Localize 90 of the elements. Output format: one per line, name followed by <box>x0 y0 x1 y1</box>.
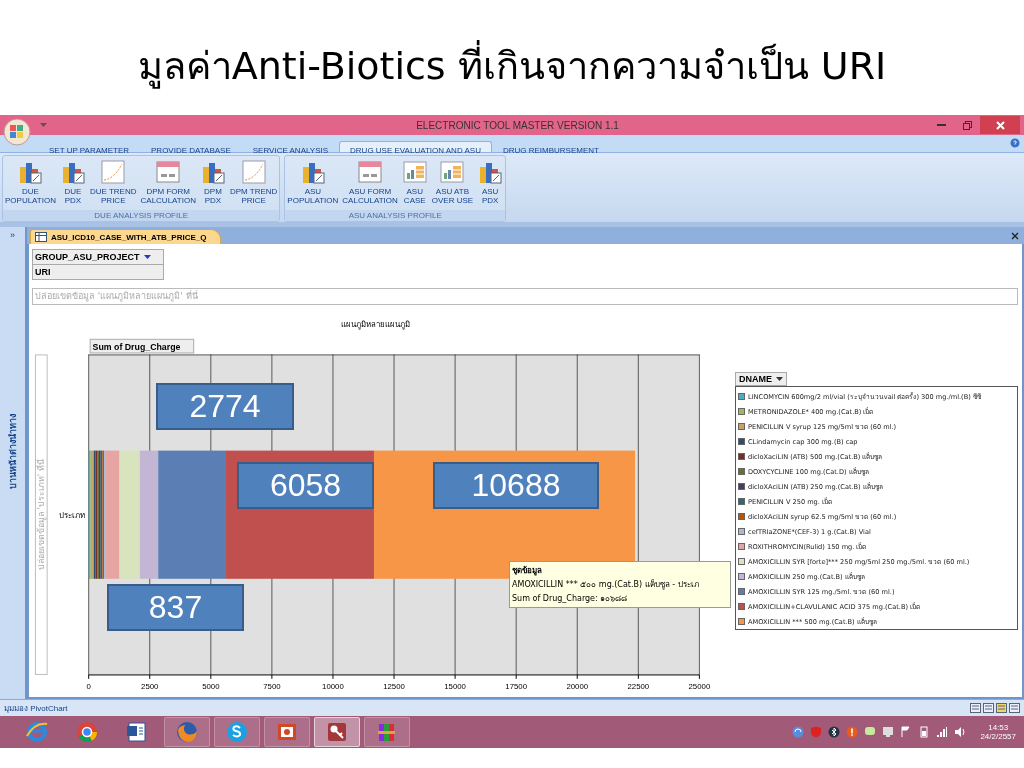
axis-label: 22500 <box>627 681 650 691</box>
clock-time: 14:53 <box>988 723 1009 732</box>
browser-icon <box>175 720 199 744</box>
chart-title: แผนภูมิหลายแผนภูมิ <box>341 320 411 330</box>
key-icon <box>325 720 349 744</box>
browser-icon <box>75 720 99 744</box>
ribbon-button[interactable]: ASU ATB OVER USE <box>429 159 476 205</box>
dropdown-icon[interactable] <box>776 376 783 382</box>
ribbon-tab[interactable]: SET UP PARAMETER <box>38 141 141 152</box>
axis-label: 0 <box>86 681 91 691</box>
group-label: ASU ANALYSIS PROFILE <box>285 210 506 221</box>
data-field-button[interactable]: Sum of Drug_Charge <box>89 338 195 354</box>
tooltip-title: ชุดข้อมูล <box>512 565 543 577</box>
taskbar-button[interactable] <box>314 717 360 747</box>
trend-chart-icon <box>240 159 267 185</box>
signal-icon[interactable] <box>936 726 949 738</box>
axis-label: 5000 <box>202 681 220 691</box>
window-title: ELECTRONIC TOOL MASTER VERSION 1.1 <box>415 119 620 131</box>
view-icon[interactable] <box>983 703 994 713</box>
chat-icon[interactable] <box>864 726 877 738</box>
tooltip-text: Sum of Drug_Charge: ๑๐๖๘๘ <box>512 593 629 605</box>
document-icon <box>125 720 149 744</box>
value-callout: 6058 <box>237 462 374 509</box>
value-callout: 2774 <box>156 383 294 430</box>
value-callout: 837 <box>107 584 244 631</box>
ribbon-button[interactable]: ASU FORM CALCULATION <box>340 159 400 205</box>
clock[interactable]: 14:53 24/2/2557 <box>980 723 1016 741</box>
ribbon-button[interactable]: ASU CASE <box>399 159 430 205</box>
bluetooth-icon[interactable] <box>828 726 841 738</box>
ribbon-button[interactable]: DUE POPULATION <box>3 159 58 205</box>
close-button[interactable] <box>980 116 1020 134</box>
filter-value: URI <box>33 265 163 279</box>
restore-icon <box>962 120 972 130</box>
browser-icon <box>25 720 49 744</box>
axis-label: 12500 <box>383 681 405 691</box>
form-icon <box>155 159 182 185</box>
filter-field-button[interactable]: GROUP_ASU_PROJECT <box>33 250 163 265</box>
speaker-icon[interactable] <box>954 726 967 738</box>
report-chart-icon <box>401 159 428 185</box>
group-label: DUE ANALYSIS PROFILE <box>3 210 280 221</box>
minimize-icon <box>936 124 946 126</box>
close-icon[interactable] <box>1011 232 1019 240</box>
document-tab[interactable]: ASU_ICD10_CASE_WITH_ATB_PRICE_Q <box>30 229 222 244</box>
axis-label: 15000 <box>444 681 466 691</box>
axis-label: 2500 <box>141 681 159 691</box>
view-icon[interactable] <box>970 703 981 713</box>
axis-label: 7500 <box>263 681 281 691</box>
table-icon <box>35 232 47 242</box>
ribbon-button[interactable]: ASU POPULATION <box>285 159 341 205</box>
slide-title: มูลค่าAnti-Biotics ที่เกินจากความจำเป็น URI <box>137 34 887 96</box>
tooltip-text: AMOXICILLIN *** ๕๐๐ mg.(Cat.B) แค็บซูล - ประเภ <box>512 578 700 591</box>
help-icon[interactable] <box>1010 138 1020 148</box>
value-callout: 10688 <box>433 462 599 509</box>
alert-icon[interactable] <box>846 726 859 738</box>
ribbon-button[interactable]: DPM FORM CALCULATION <box>138 159 198 205</box>
category-label: ประเภท <box>58 510 85 520</box>
expand-button[interactable]: » <box>10 227 15 244</box>
taskbar-button[interactable] <box>214 717 260 747</box>
taskbar-button[interactable] <box>264 717 310 747</box>
clock-date: 24/2/2557 <box>980 732 1016 741</box>
axis-label: 20000 <box>566 681 589 691</box>
report-chart-icon <box>439 159 466 185</box>
pane-label: บานหน้าต่างนำทาง <box>6 414 19 489</box>
legend-field-button[interactable]: DNAME <box>735 372 787 386</box>
dropdown-icon[interactable] <box>143 254 151 260</box>
sync-icon[interactable] <box>792 726 805 738</box>
status-text: มุมมอง PivotChart <box>3 702 68 715</box>
flag-icon[interactable] <box>900 726 913 738</box>
form-icon <box>357 159 384 185</box>
ribbon-button[interactable]: DUE TREND PRICE <box>88 159 139 205</box>
trend-chart-icon <box>100 159 127 185</box>
view-icon[interactable] <box>1009 703 1020 713</box>
field-name: GROUP_ASU_PROJECT <box>35 252 140 262</box>
ribbon-button[interactable]: DPM PDX <box>197 159 228 205</box>
ribbon-tab[interactable]: DRUG REIMBURSEMENT <box>491 141 610 152</box>
ribbon-button[interactable]: DPM TREND PRICE <box>227 159 280 205</box>
monitor-icon[interactable] <box>882 726 895 738</box>
ribbon-button[interactable]: ASU PDX <box>475 159 506 205</box>
close-icon <box>995 120 1005 130</box>
axis-label: 25000 <box>688 681 711 691</box>
ribbon-tab[interactable]: PROVIDE DATABASE <box>140 141 242 152</box>
chat-icon <box>225 720 249 744</box>
view-icon[interactable] <box>996 703 1007 713</box>
ribbon-tab[interactable]: DRUG USE EVALUATION AND ASU <box>339 141 492 152</box>
tab-title: ASU_ICD10_CASE_WITH_ATB_PRICE_Q <box>51 232 207 242</box>
axis-label: 17500 <box>505 681 527 691</box>
ribbon-button[interactable]: DUE PDX <box>58 159 88 205</box>
axis-label: 10000 <box>322 681 344 691</box>
ribbon-tab[interactable]: SERVICE ANALYSIS <box>241 141 340 152</box>
field-name: DNAME <box>739 374 772 384</box>
